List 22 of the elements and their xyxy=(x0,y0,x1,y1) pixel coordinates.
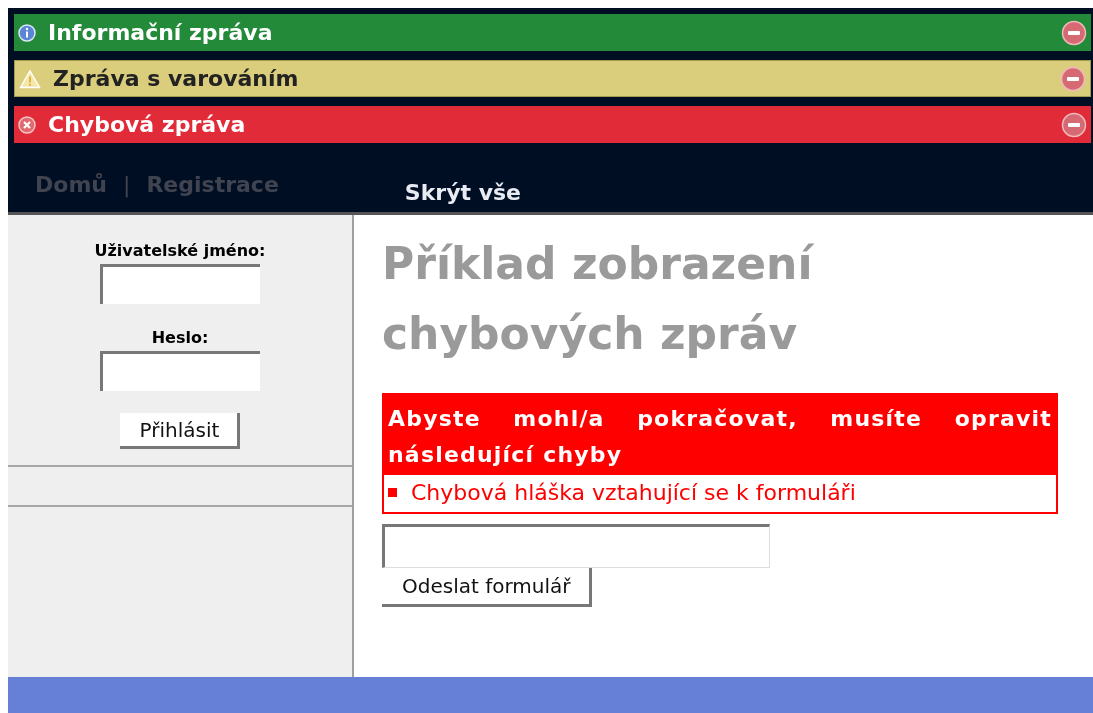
password-field[interactable] xyxy=(100,351,260,391)
username-label: Uživatelské jméno: xyxy=(94,241,266,260)
warning-icon xyxy=(19,68,41,89)
form-field[interactable] xyxy=(382,524,770,568)
message-text: Zpráva s varováním xyxy=(53,66,300,91)
login-button[interactable]: Přihlásit xyxy=(119,413,241,449)
message-text: Informační zpráva xyxy=(48,20,274,45)
submit-button[interactable]: Odeslat formulář xyxy=(382,568,592,607)
close-icon[interactable] xyxy=(1060,65,1086,92)
nav-separator: | xyxy=(122,171,131,197)
username-field[interactable] xyxy=(100,264,260,304)
password-label: Heslo: xyxy=(151,328,209,347)
close-icon[interactable] xyxy=(1061,19,1087,46)
info-icon xyxy=(18,23,36,42)
hide-all-link[interactable]: Skrýt vše xyxy=(404,179,521,205)
close-icon[interactable] xyxy=(1061,111,1087,138)
page-title: Příklad zobrazení chybových zpráv xyxy=(382,237,815,361)
error-item: Chybová hláška vztahující se k formuláři xyxy=(411,480,856,505)
error-summary-heading: Abyste mohl/a pokračovat, musíte opravit následující chyby xyxy=(384,395,1056,475)
message-text: Chybová zpráva xyxy=(48,112,247,137)
error-icon xyxy=(18,115,36,134)
bullet-icon xyxy=(388,488,397,497)
